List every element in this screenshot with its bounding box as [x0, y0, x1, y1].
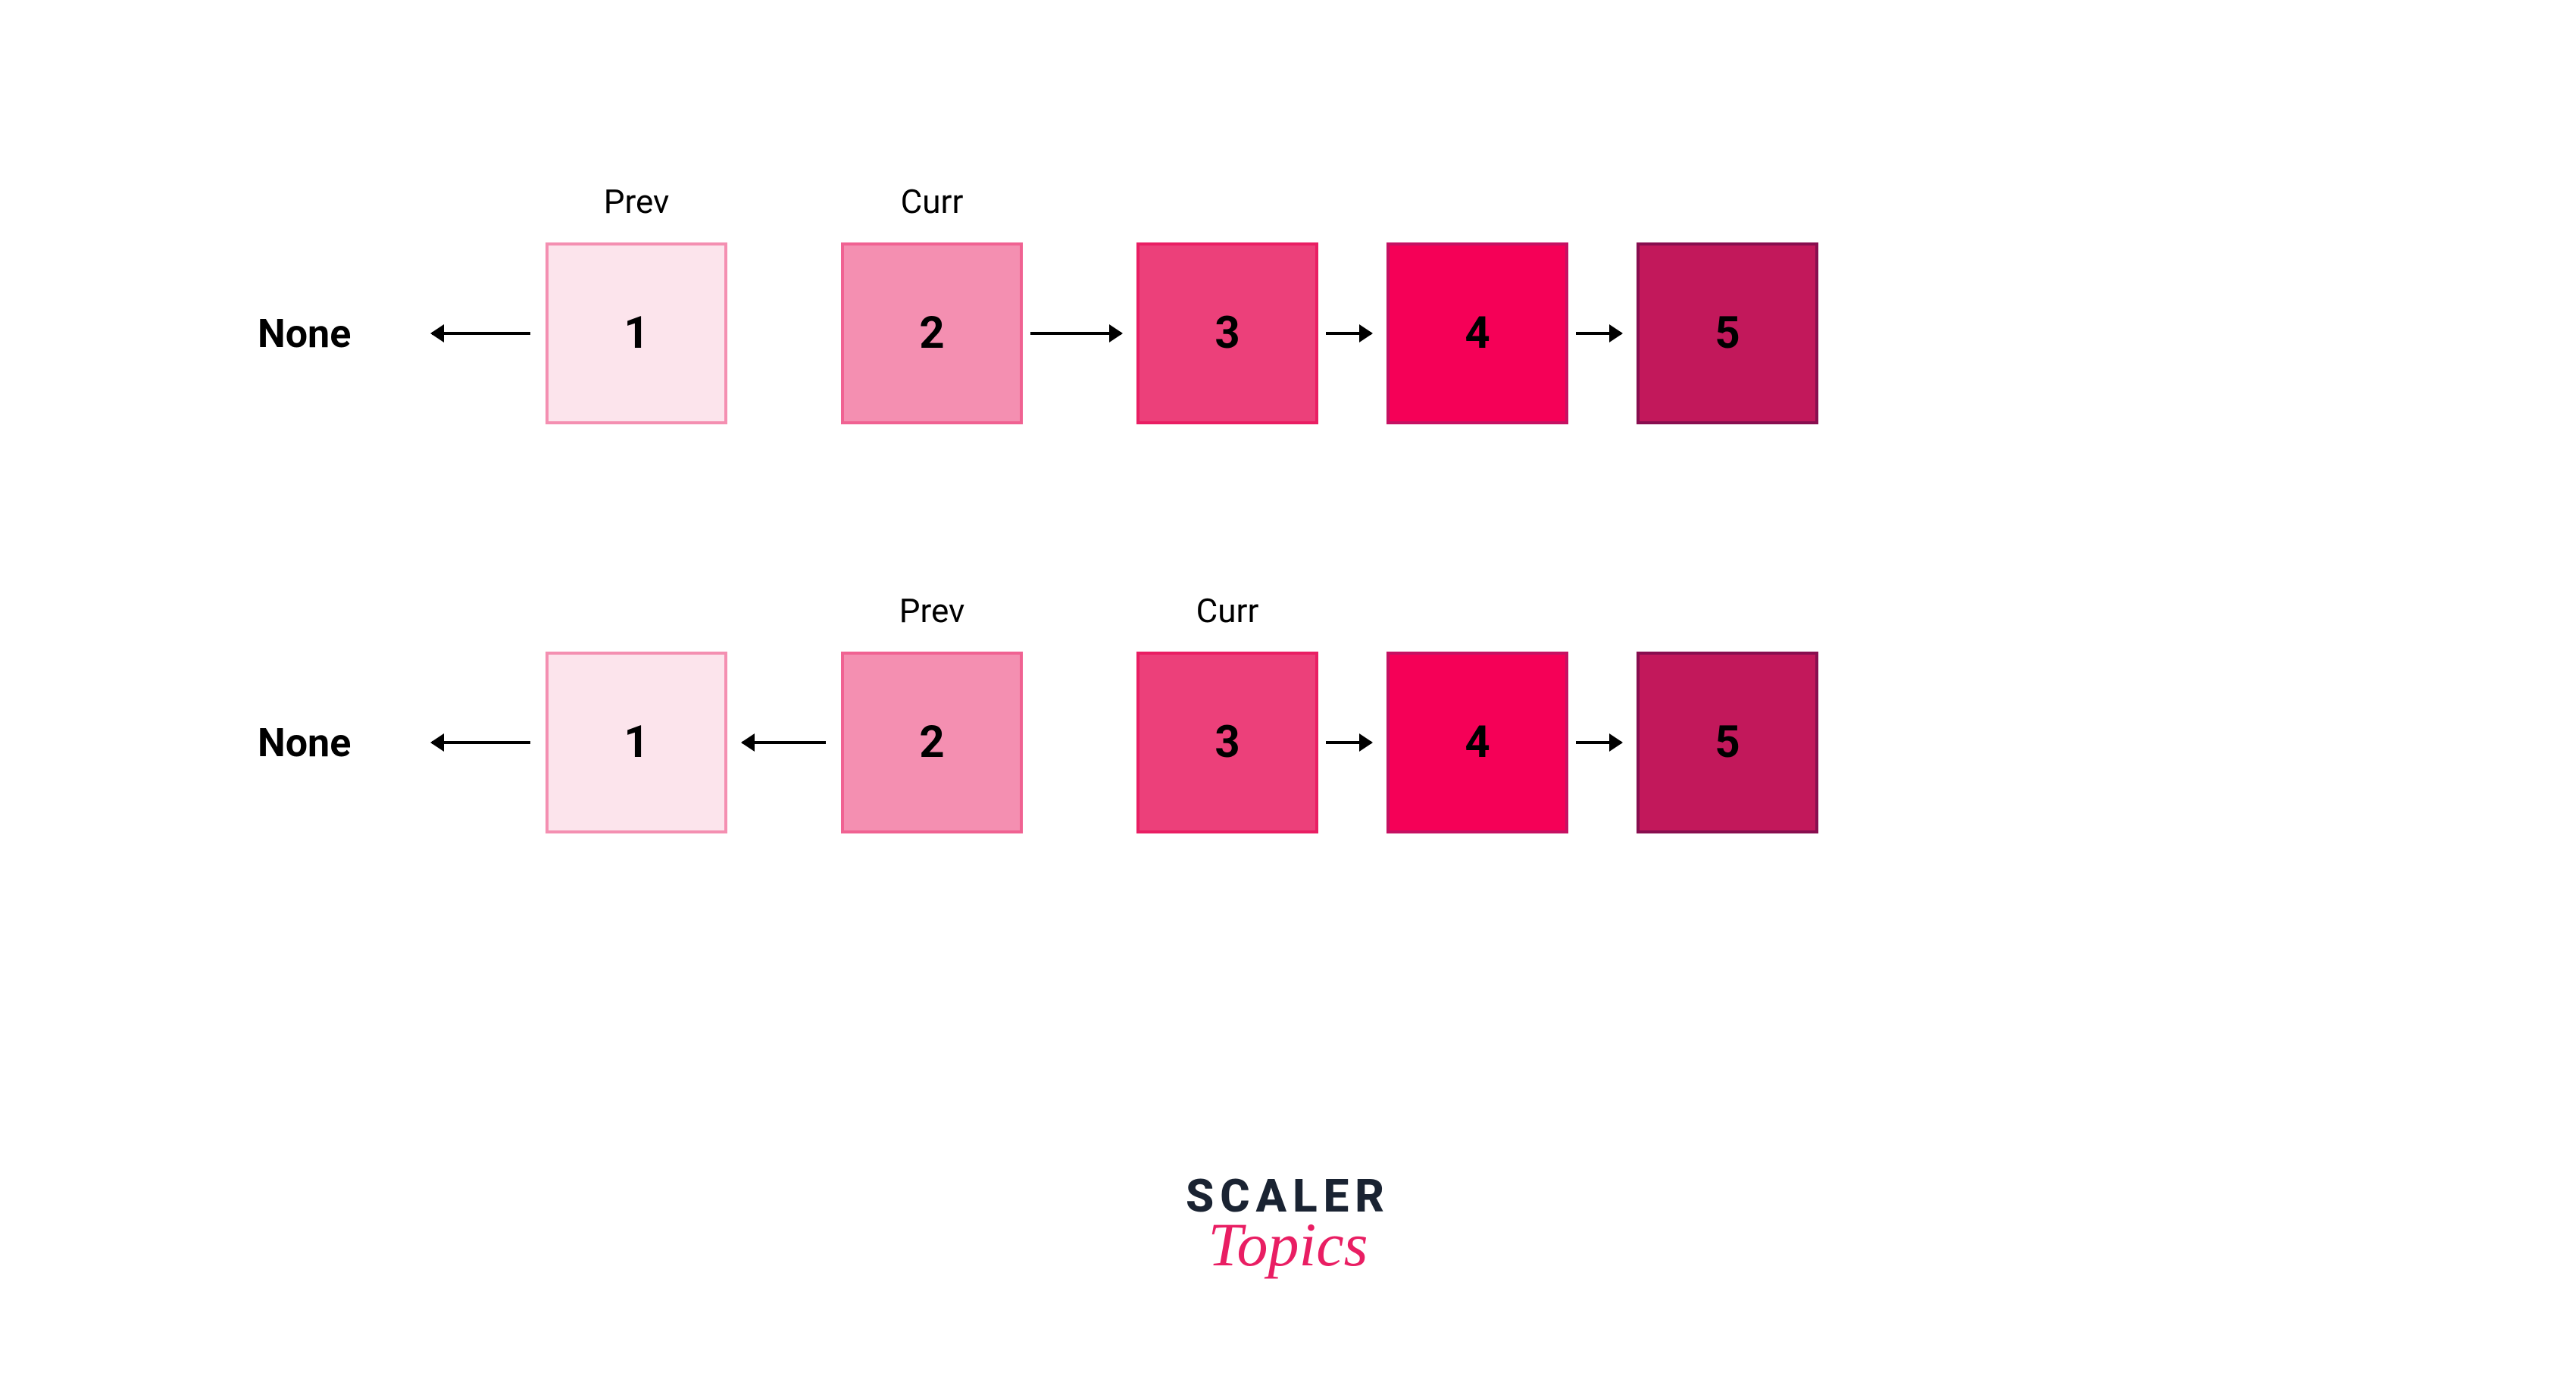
node-value: 4 [1465, 717, 1490, 768]
prev-label: Prev [568, 182, 705, 221]
node-4: 4 [1386, 652, 1568, 833]
node-5: 5 [1637, 242, 1818, 424]
node-2: 2 [841, 242, 1023, 424]
node-3: 3 [1136, 652, 1318, 833]
none-label: None [258, 720, 351, 766]
arrow-3-to-4 [1326, 332, 1371, 335]
node-value: 1 [624, 308, 649, 359]
diagram-row-1: Prev Curr None 1 2 3 4 5 [455, 182, 2121, 500]
node-value: 4 [1465, 308, 1490, 359]
node-4: 4 [1386, 242, 1568, 424]
logo-text-topics: Topics [0, 1209, 2576, 1280]
node-value: 2 [919, 717, 944, 768]
node-3: 3 [1136, 242, 1318, 424]
arrow-1-to-none [432, 332, 530, 335]
node-1: 1 [546, 652, 727, 833]
node-5: 5 [1637, 652, 1818, 833]
scaler-topics-logo: SCALER Topics [0, 1169, 2576, 1280]
none-label: None [258, 311, 351, 357]
node-value: 5 [1715, 717, 1740, 768]
node-2: 2 [841, 652, 1023, 833]
arrow-3-to-4 [1326, 741, 1371, 744]
arrow-4-to-5 [1576, 332, 1621, 335]
arrow-4-to-5 [1576, 741, 1621, 744]
node-value: 1 [624, 717, 649, 768]
arrow-2-to-1 [742, 741, 826, 744]
curr-label: Curr [864, 182, 1000, 221]
diagram-row-2: Prev Curr None 1 2 3 4 5 [455, 591, 2121, 909]
node-value: 5 [1715, 308, 1740, 359]
node-value: 3 [1215, 308, 1240, 359]
linked-list-reversal-diagram: Prev Curr None 1 2 3 4 5 Prev Curr None … [455, 182, 2121, 909]
arrow-1-to-none [432, 741, 530, 744]
arrow-2-to-3 [1030, 332, 1121, 335]
node-value: 3 [1215, 717, 1240, 768]
node-value: 2 [919, 308, 944, 359]
node-1: 1 [546, 242, 727, 424]
prev-label: Prev [864, 591, 1000, 630]
curr-label: Curr [1159, 591, 1296, 630]
